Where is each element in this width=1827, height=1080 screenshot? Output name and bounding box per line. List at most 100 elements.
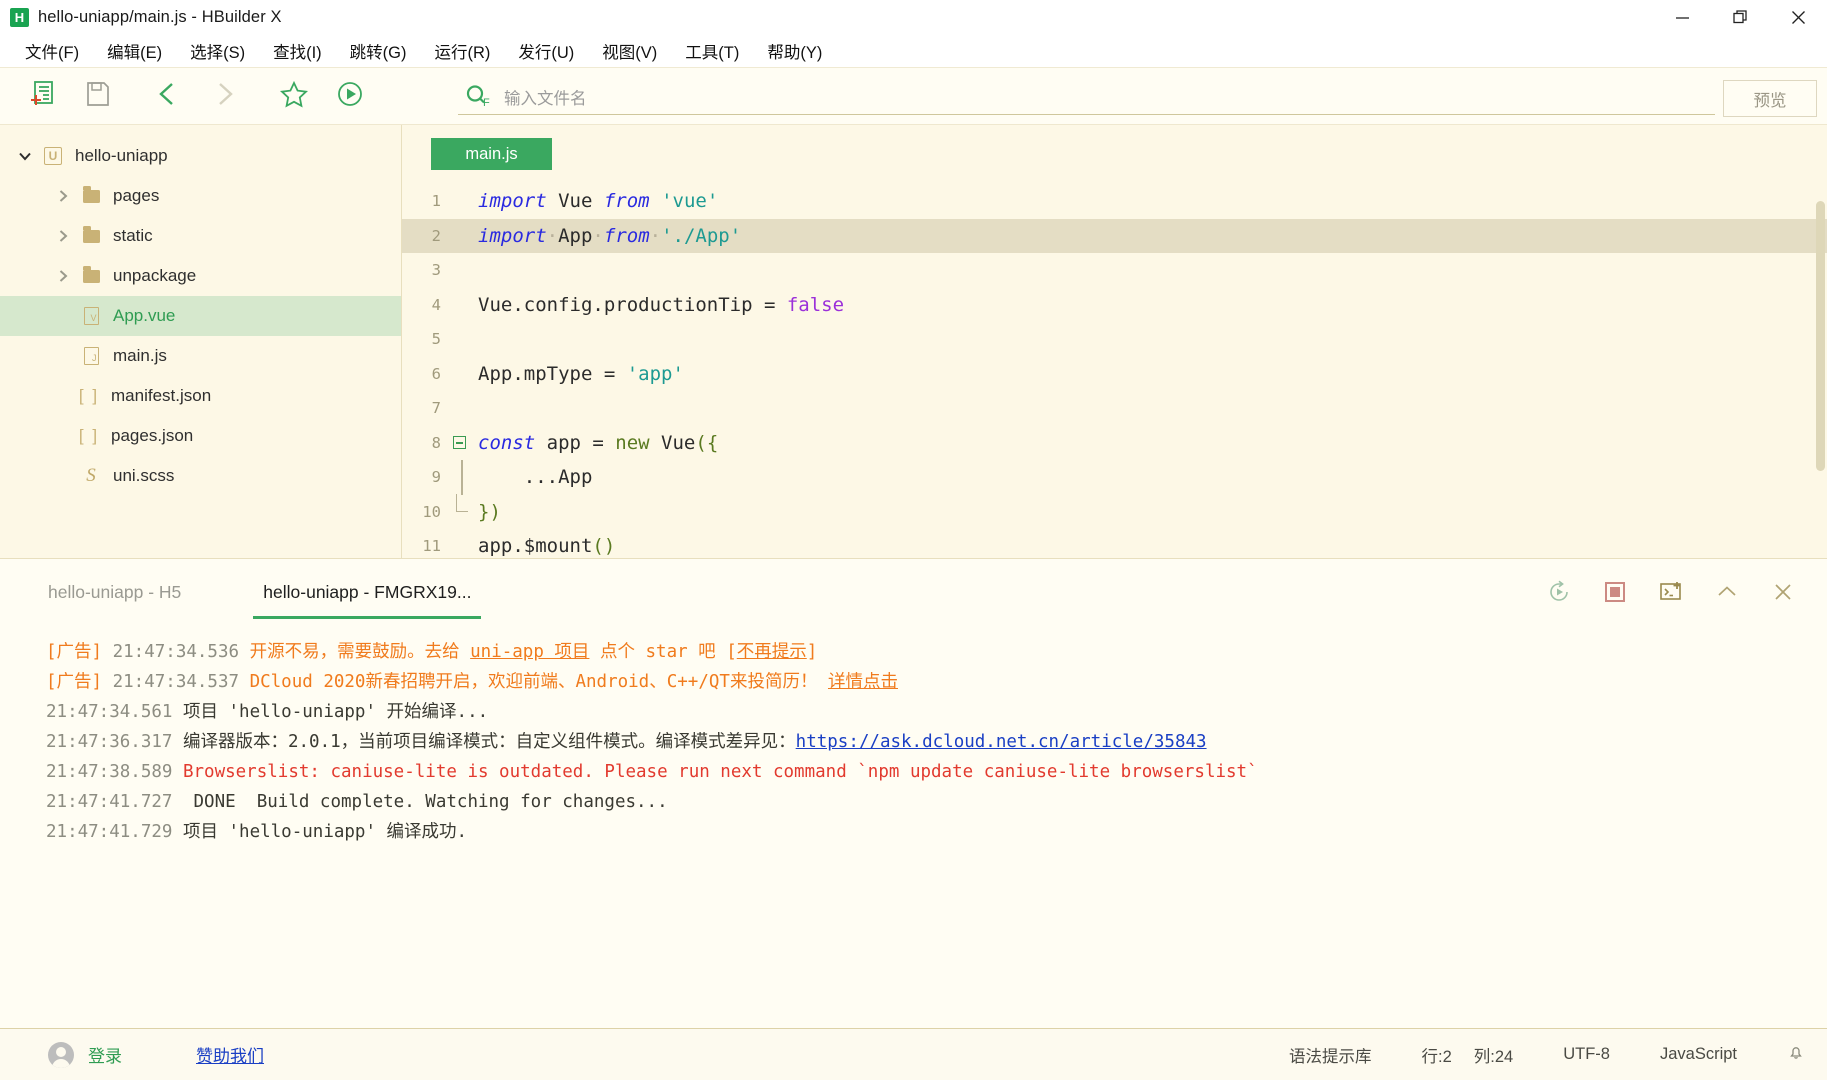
- tree-item-uni-scss[interactable]: S uni.scss: [0, 456, 401, 496]
- code-line[interactable]: 11 app.$mount(): [402, 529, 1827, 559]
- menu-item-run[interactable]: 运行(R): [421, 36, 503, 66]
- tree-item-label: unpackage: [113, 266, 197, 285]
- code-line[interactable]: 1 import Vue from 'vue': [402, 184, 1827, 219]
- vue-file-icon: V: [76, 307, 106, 325]
- menu-item-publish[interactable]: 发行(U): [505, 36, 587, 66]
- new-file-icon: [26, 78, 58, 115]
- login-link[interactable]: 登录: [88, 1042, 122, 1067]
- restore-icon[interactable]: [1711, 0, 1769, 34]
- status-right: 语法提示库 行:2 列:24 UTF-8 JavaScript: [1289, 1043, 1827, 1067]
- search-input[interactable]: 输入文件名: [498, 85, 587, 109]
- code-line[interactable]: 7: [402, 391, 1827, 426]
- cursor-line-status[interactable]: 行:2: [1422, 1043, 1452, 1067]
- console-controls: [1531, 559, 1811, 625]
- run-button[interactable]: [322, 71, 378, 121]
- hbuilderx-window: H hello-uniapp/main.js - HBuilder X 文件(F…: [0, 0, 1827, 1080]
- console-tab-fmgrx19[interactable]: hello-uniapp - FMGRX19...: [253, 582, 482, 619]
- tree-item-label: pages: [113, 186, 160, 205]
- folder-icon: [76, 266, 106, 283]
- tree-item-unpackage[interactable]: unpackage: [0, 256, 401, 296]
- minimize-icon[interactable]: [1653, 0, 1711, 34]
- syntax-library-status[interactable]: 语法提示库: [1289, 1043, 1372, 1067]
- new-file-button[interactable]: [14, 71, 70, 121]
- code-editor: main.js 1 import Vue from 'vue' 2 import…: [402, 125, 1827, 559]
- line-number: 9: [431, 468, 441, 487]
- window-controls: [1653, 0, 1827, 34]
- save-icon: [83, 79, 113, 114]
- code-line[interactable]: 8 const app = new Vue({: [402, 426, 1827, 461]
- line-number: 7: [431, 399, 441, 418]
- console-tab-h5[interactable]: hello-uniapp - H5: [38, 582, 191, 603]
- menu-item-goto[interactable]: 跳转(G): [337, 36, 420, 66]
- tree-item-pages-json[interactable]: [ ] pages.json: [0, 416, 401, 456]
- editor-scrollbar[interactable]: [1816, 201, 1825, 471]
- chevron-right-icon[interactable]: [50, 228, 76, 244]
- sponsor-link[interactable]: 赞助我们: [196, 1042, 264, 1067]
- console-line: 21:47:34.561 项目 'hello-uniapp' 开始编译...: [46, 702, 489, 722]
- collapse-up-icon[interactable]: [1699, 559, 1755, 625]
- tree-item-manifest-json[interactable]: [ ] manifest.json: [0, 376, 401, 416]
- code-content[interactable]: 1 import Vue from 'vue' 2 import·App·fro…: [402, 180, 1827, 559]
- back-button[interactable]: [140, 71, 196, 121]
- line-number: 6: [431, 364, 441, 383]
- json-file-icon: [ ]: [78, 426, 100, 445]
- console-line: [广告] 21:47:34.536 开源不易，需要鼓励。去给 uni-app 项…: [46, 642, 818, 662]
- code-line[interactable]: 4 Vue.config.productionTip = false: [402, 288, 1827, 323]
- svg-text:F: F: [483, 97, 490, 109]
- code-line[interactable]: 6 App.mpType = 'app': [402, 357, 1827, 392]
- language-status[interactable]: JavaScript: [1660, 1045, 1737, 1064]
- tree-item-label: static: [113, 226, 153, 245]
- new-terminal-icon[interactable]: [1643, 559, 1699, 625]
- save-button[interactable]: [70, 71, 126, 121]
- search-bar[interactable]: F 输入文件名: [458, 80, 1715, 115]
- js-file-icon: J: [76, 347, 106, 365]
- line-text: app.$mount(): [478, 535, 616, 558]
- chevron-right-icon[interactable]: [50, 268, 76, 284]
- line-text: }): [478, 500, 501, 523]
- user-avatar-icon[interactable]: [48, 1041, 74, 1068]
- code-line[interactable]: 3: [402, 253, 1827, 288]
- chevron-down-icon[interactable]: [12, 148, 38, 164]
- favorite-star-icon: [278, 78, 310, 115]
- tree-item-app-vue[interactable]: V App.vue: [0, 296, 401, 336]
- forward-icon: [208, 78, 240, 115]
- line-number: 4: [431, 295, 441, 314]
- menu-item-find[interactable]: 查找(I): [260, 36, 335, 66]
- stop-icon[interactable]: [1587, 559, 1643, 625]
- console-output[interactable]: [广告] 21:47:34.536 开源不易，需要鼓励。去给 uni-app 项…: [0, 625, 1827, 847]
- rerun-icon[interactable]: [1531, 559, 1587, 625]
- menu-item-edit[interactable]: 编辑(E): [94, 36, 175, 66]
- preview-button[interactable]: 预览: [1723, 80, 1817, 117]
- folder-icon: [76, 226, 106, 243]
- line-number: 1: [431, 192, 441, 211]
- editor-tab-main-js[interactable]: main.js: [431, 138, 552, 170]
- menu-item-view[interactable]: 视图(V): [589, 36, 670, 66]
- close-panel-icon[interactable]: [1755, 559, 1811, 625]
- line-text: import Vue from 'vue': [478, 190, 719, 213]
- tree-item-hello-uniapp[interactable]: U hello-uniapp: [0, 136, 401, 176]
- menu-item-select[interactable]: 选择(S): [177, 36, 258, 66]
- tree-item-static[interactable]: static: [0, 216, 401, 256]
- code-line[interactable]: 5: [402, 322, 1827, 357]
- chevron-right-icon[interactable]: [50, 188, 76, 204]
- tree-item-pages[interactable]: pages: [0, 176, 401, 216]
- encoding-status[interactable]: UTF-8: [1563, 1045, 1610, 1064]
- menu-item-help[interactable]: 帮助(Y): [754, 36, 835, 66]
- bell-icon[interactable]: [1787, 1043, 1805, 1066]
- cursor-col-status[interactable]: 列:24: [1474, 1043, 1513, 1067]
- close-icon[interactable]: [1769, 0, 1827, 34]
- code-line-active[interactable]: 2 import·App·from·'./App': [402, 218, 1827, 253]
- line-text: ...App: [478, 466, 593, 489]
- code-line[interactable]: 9 ...App: [402, 460, 1827, 495]
- window-title: hello-uniapp/main.js - HBuilder X: [38, 7, 282, 26]
- menu-item-file[interactable]: 文件(F): [12, 36, 92, 66]
- favorite-button[interactable]: [266, 71, 322, 121]
- forward-button[interactable]: [196, 71, 252, 121]
- tree-item-main-js[interactable]: J main.js: [0, 336, 401, 376]
- fold-guide-end-icon: [450, 494, 468, 513]
- console-line: 21:47:41.729 项目 'hello-uniapp' 编译成功.: [46, 822, 468, 842]
- fold-toggle-icon[interactable]: [450, 436, 468, 450]
- back-icon: [152, 78, 184, 115]
- menu-item-tools[interactable]: 工具(T): [672, 36, 752, 66]
- code-line[interactable]: 10 }): [402, 494, 1827, 530]
